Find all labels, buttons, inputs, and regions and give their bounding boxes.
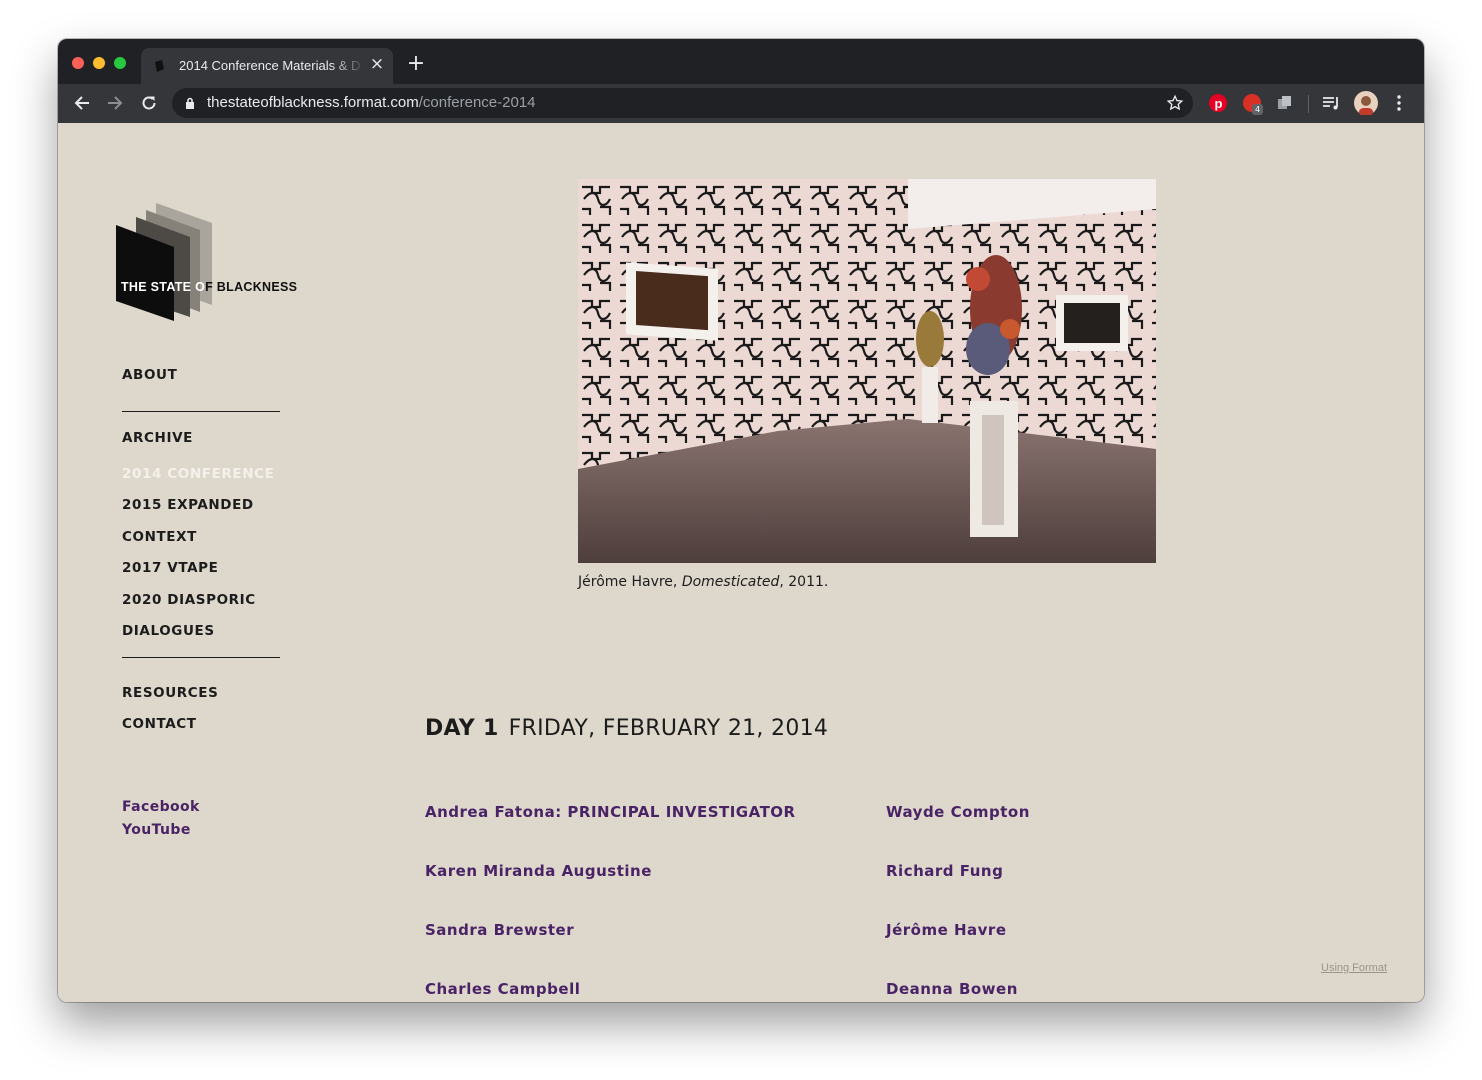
caption-year: , 2011. <box>779 574 829 590</box>
logo-text-right: F BLACKNESS <box>205 280 298 294</box>
address-bar[interactable]: thestateofblackness.format.com/conferenc… <box>172 88 1193 118</box>
browser-tab-active[interactable]: 2014 Conference Materials & D × <box>141 48 393 84</box>
nav-divider <box>122 411 280 412</box>
speaker-link[interactable]: Jérôme Havre <box>886 921 1007 939</box>
nav-2017-vtape[interactable]: 2017 VTAPE <box>122 560 218 576</box>
url-text[interactable]: thestateofblackness.format.com/conferenc… <box>207 94 536 111</box>
pinterest-extension-icon[interactable]: p <box>1209 94 1227 112</box>
nav-context[interactable]: CONTEXT <box>122 529 197 545</box>
logo-wordmark[interactable]: THE STATE OF BLACKNESS <box>121 280 297 294</box>
installation-photo[interactable] <box>578 179 1156 563</box>
caption-artist: Jérôme Havre, <box>578 574 682 590</box>
image-caption: Jérôme Havre, Domesticated, 2011. <box>578 574 828 590</box>
facebook-link[interactable]: Facebook <box>122 799 200 815</box>
back-arrow-icon[interactable] <box>71 92 93 114</box>
browser-menu-icon[interactable] <box>1388 92 1410 114</box>
site-logo[interactable] <box>114 203 294 323</box>
profile-avatar[interactable] <box>1354 91 1378 116</box>
browser-window: 2014 Conference Materials & D × + thesta… <box>58 39 1424 1002</box>
toolbar-divider <box>1308 95 1309 113</box>
speaker-link[interactable]: Charles Campbell <box>425 980 580 998</box>
speaker-link[interactable]: Sandra Brewster <box>425 921 574 939</box>
url-path: /conference-2014 <box>418 94 536 111</box>
day-heading: DAY 1 FRIDAY, FEBRUARY 21, 2014 <box>425 716 828 741</box>
pages-extension-icon[interactable] <box>1276 94 1294 112</box>
extension-badge-count: 4 <box>1252 104 1264 115</box>
youtube-link[interactable]: YouTube <box>122 822 191 838</box>
reading-list-icon[interactable] <box>1320 92 1342 114</box>
using-format-link[interactable]: Using Format <box>1321 962 1387 974</box>
lock-icon <box>186 97 194 109</box>
tab-strip: 2014 Conference Materials & D × + <box>58 39 1424 84</box>
nav-2014-conference[interactable]: 2014 CONFERENCE <box>122 466 274 482</box>
url-host: thestateofblackness.format.com <box>207 94 419 111</box>
speaker-link[interactable]: Andrea Fatona: PRINCIPAL INVESTIGATOR <box>425 803 796 821</box>
svg-text:p: p <box>1215 96 1223 111</box>
minimize-window-button[interactable] <box>93 57 105 69</box>
day-label: DAY 1 <box>425 716 499 741</box>
tab-title: 2014 Conference Materials & D <box>179 58 361 73</box>
speaker-link[interactable]: Karen Miranda Augustine <box>425 862 652 880</box>
maximize-window-button[interactable] <box>114 57 126 69</box>
reload-icon[interactable] <box>138 92 160 114</box>
speaker-link[interactable]: Wayde Compton <box>886 803 1030 821</box>
web-page: THE STATE OF BLACKNESS ABOUT ARCHIVE 201… <box>58 123 1424 1002</box>
nav-2020-diasporic[interactable]: 2020 DIASPORIC <box>122 592 256 608</box>
nav-dialogues[interactable]: DIALOGUES <box>122 623 215 639</box>
caption-title: Domesticated <box>681 574 780 590</box>
nav-contact[interactable]: CONTACT <box>122 716 197 732</box>
new-tab-button[interactable]: + <box>406 53 426 75</box>
day-date: FRIDAY, FEBRUARY 21, 2014 <box>508 716 829 741</box>
speaker-link[interactable]: Deanna Bowen <box>886 980 1018 998</box>
bookmark-star-icon[interactable] <box>1166 94 1184 112</box>
browser-toolbar: thestateofblackness.format.com/conferenc… <box>58 84 1424 123</box>
close-window-button[interactable] <box>72 57 84 69</box>
nav-resources[interactable]: RESOURCES <box>122 685 218 701</box>
extension-badge-icon[interactable]: 4 <box>1243 94 1264 115</box>
nav-2015-expanded[interactable]: 2015 EXPANDED <box>122 497 254 513</box>
nav-divider <box>122 657 280 658</box>
tab-close-icon[interactable]: × <box>368 55 386 73</box>
nav-archive[interactable]: ARCHIVE <box>122 430 193 446</box>
forward-arrow-icon[interactable] <box>104 92 126 114</box>
site-favicon-icon <box>155 60 164 72</box>
nav-about[interactable]: ABOUT <box>122 367 177 383</box>
logo-text-left: THE STATE O <box>121 280 206 294</box>
speaker-link[interactable]: Richard Fung <box>886 862 1003 880</box>
